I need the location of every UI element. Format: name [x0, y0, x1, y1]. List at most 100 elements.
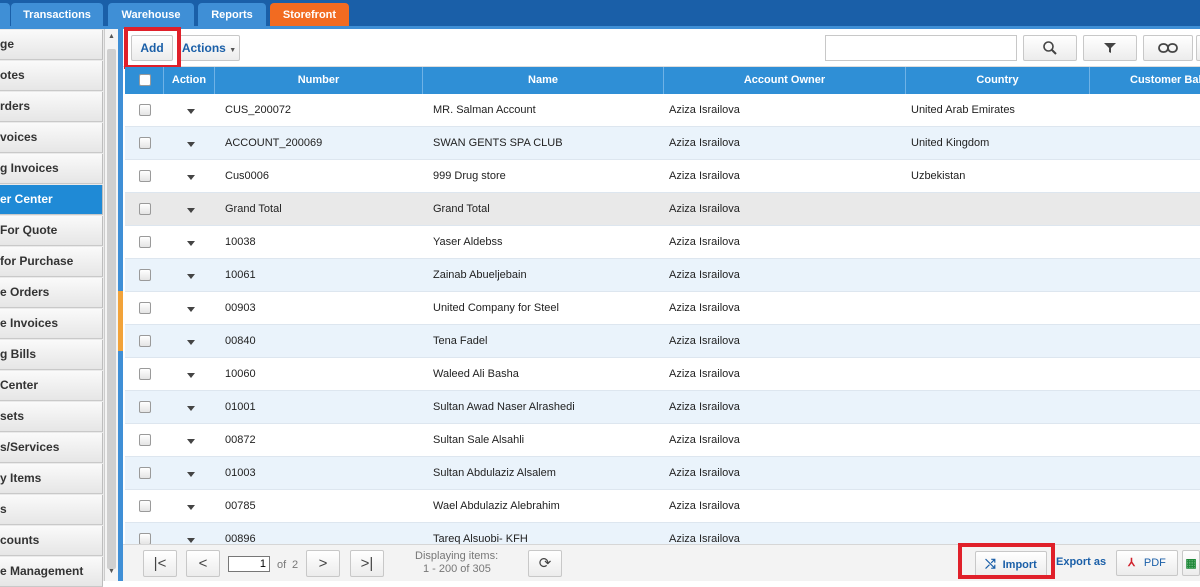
- pdf-export-button[interactable]: ⅄ PDF: [1116, 550, 1178, 576]
- row-action-dropdown-icon[interactable]: [187, 175, 195, 180]
- row-checkbox[interactable]: [139, 203, 151, 215]
- sidebar-item-10[interactable]: e Invoices: [0, 309, 103, 339]
- next-page-button[interactable]: >: [306, 550, 340, 577]
- header-number[interactable]: Number: [215, 67, 423, 94]
- row-checkbox[interactable]: [139, 368, 151, 380]
- sidebar-item-14[interactable]: s/Services: [0, 433, 103, 463]
- tab-warehouse[interactable]: Warehouse: [108, 3, 194, 28]
- row-action-dropdown-icon[interactable]: [187, 472, 195, 477]
- row-checkbox[interactable]: [139, 269, 151, 281]
- tab-storefront[interactable]: Storefront: [270, 3, 349, 28]
- sidebar-item-5[interactable]: g Invoices: [0, 154, 103, 184]
- row-checkbox[interactable]: [139, 401, 151, 413]
- scroll-up-icon[interactable]: ▲: [108, 33, 115, 40]
- cell-name[interactable]: Sultan Sale Alsahli: [433, 424, 663, 457]
- row-checkbox[interactable]: [139, 467, 151, 479]
- cell-name[interactable]: MR. Salman Account: [433, 94, 663, 127]
- prev-page-button[interactable]: <: [186, 550, 220, 577]
- row-action-dropdown-icon[interactable]: [187, 505, 195, 510]
- sidebar-scrollbar[interactable]: ▲ ▼: [104, 29, 118, 581]
- row-action-dropdown-icon[interactable]: [187, 307, 195, 312]
- cell-name[interactable]: Yaser Aldebss: [433, 226, 663, 259]
- more-button[interactable]: [1196, 35, 1200, 61]
- table-row[interactable]: ACCOUNT_200069 SWAN GENTS SPA CLUB Aziza…: [125, 127, 1200, 160]
- last-page-button[interactable]: >|: [350, 550, 384, 577]
- sidebar-item-11[interactable]: g Bills: [0, 340, 103, 370]
- cell-name[interactable]: Zainab Abueljebain: [433, 259, 663, 292]
- cell-name[interactable]: Tareq Alsuobi- KFH: [433, 523, 663, 544]
- table-row[interactable]: 01003 Sultan Abdulaziz Alsalem Aziza Isr…: [125, 457, 1200, 490]
- row-checkbox[interactable]: [139, 170, 151, 182]
- sidebar-item-9[interactable]: e Orders: [0, 278, 103, 308]
- row-action-dropdown-icon[interactable]: [187, 439, 195, 444]
- page-number-input[interactable]: [228, 556, 270, 572]
- table-row[interactable]: Grand Total Grand Total Aziza Israilova: [125, 193, 1200, 226]
- row-action-dropdown-icon[interactable]: [187, 208, 195, 213]
- tab-transactions[interactable]: Transactions: [11, 3, 103, 28]
- row-checkbox[interactable]: [139, 533, 151, 544]
- sidebar-item-7[interactable]: For Quote: [0, 216, 103, 246]
- table-row[interactable]: 00903 United Company for Steel Aziza Isr…: [125, 292, 1200, 325]
- collapse-handle[interactable]: [118, 291, 123, 351]
- row-action-dropdown-icon[interactable]: [187, 241, 195, 246]
- select-all-checkbox[interactable]: [139, 74, 151, 86]
- search-button[interactable]: [1023, 35, 1077, 61]
- row-action-dropdown-icon[interactable]: [187, 373, 195, 378]
- cell-name[interactable]: Grand Total: [433, 193, 663, 226]
- panel-splitter[interactable]: [118, 29, 123, 581]
- table-row[interactable]: 10060 Waleed Ali Basha Aziza Israilova: [125, 358, 1200, 391]
- header-account-owner[interactable]: Account Owner: [664, 67, 906, 94]
- refresh-button[interactable]: ⟳: [528, 550, 562, 577]
- cell-name[interactable]: United Company for Steel: [433, 292, 663, 325]
- sidebar-item-2[interactable]: otes: [0, 61, 103, 91]
- header-name[interactable]: Name: [423, 67, 664, 94]
- row-action-dropdown-icon[interactable]: [187, 109, 195, 114]
- row-checkbox[interactable]: [139, 335, 151, 347]
- row-checkbox[interactable]: [139, 104, 151, 116]
- sidebar-item-1[interactable]: ge: [0, 30, 103, 60]
- sidebar-item-8[interactable]: for Purchase: [0, 247, 103, 277]
- excel-export-button[interactable]: ▦: [1182, 550, 1200, 576]
- sidebar-item-4[interactable]: voices: [0, 123, 103, 153]
- row-checkbox[interactable]: [139, 302, 151, 314]
- search-input[interactable]: [825, 35, 1017, 61]
- table-row[interactable]: 10061 Zainab Abueljebain Aziza Israilova: [125, 259, 1200, 292]
- cell-name[interactable]: SWAN GENTS SPA CLUB: [433, 127, 663, 160]
- filter-button[interactable]: [1083, 35, 1137, 61]
- table-row[interactable]: CUS_200072 MR. Salman Account Aziza Isra…: [125, 94, 1200, 127]
- sidebar-item-12[interactable]: Center: [0, 371, 103, 401]
- first-page-button[interactable]: |<: [143, 550, 177, 577]
- tab-partial[interactable]: [0, 3, 10, 28]
- row-checkbox[interactable]: [139, 137, 151, 149]
- table-row[interactable]: 00840 Tena Fadel Aziza Israilova: [125, 325, 1200, 358]
- cell-name[interactable]: Sultan Awad Naser Alrashedi: [433, 391, 663, 424]
- header-select-all[interactable]: [125, 67, 164, 94]
- table-row[interactable]: 00896 Tareq Alsuobi- KFH Aziza Israilova: [125, 523, 1200, 544]
- row-action-dropdown-icon[interactable]: [187, 142, 195, 147]
- row-action-dropdown-icon[interactable]: [187, 406, 195, 411]
- header-action[interactable]: Action: [164, 67, 215, 94]
- sidebar-item-17[interactable]: counts: [0, 526, 103, 556]
- cell-name[interactable]: Tena Fadel: [433, 325, 663, 358]
- sidebar-item-3[interactable]: rders: [0, 92, 103, 122]
- header-country[interactable]: Country: [906, 67, 1090, 94]
- row-checkbox[interactable]: [139, 434, 151, 446]
- sidebar-item-16[interactable]: s: [0, 495, 103, 525]
- cell-name[interactable]: 999 Drug store: [433, 160, 663, 193]
- row-action-dropdown-icon[interactable]: [187, 340, 195, 345]
- sidebar-item-13[interactable]: sets: [0, 402, 103, 432]
- cell-name[interactable]: Waleed Ali Basha: [433, 358, 663, 391]
- sidebar-item-customer-center[interactable]: er Center: [0, 185, 103, 215]
- tab-reports[interactable]: Reports: [198, 3, 266, 28]
- table-row[interactable]: 01001 Sultan Awad Naser Alrashedi Aziza …: [125, 391, 1200, 424]
- row-action-dropdown-icon[interactable]: [187, 274, 195, 279]
- sidebar-item-18[interactable]: e Management: [0, 557, 103, 587]
- header-customer-balance[interactable]: Customer Balance: [1090, 67, 1200, 94]
- scrollbar-thumb[interactable]: [107, 49, 116, 569]
- row-checkbox[interactable]: [139, 500, 151, 512]
- scroll-down-icon[interactable]: ▼: [108, 568, 115, 575]
- cell-name[interactable]: Sultan Abdulaziz Alsalem: [433, 457, 663, 490]
- table-row[interactable]: Cus0006 999 Drug store Aziza Israilova U…: [125, 160, 1200, 193]
- link-button[interactable]: [1143, 35, 1193, 61]
- cell-name[interactable]: Wael Abdulaziz Alebrahim: [433, 490, 663, 523]
